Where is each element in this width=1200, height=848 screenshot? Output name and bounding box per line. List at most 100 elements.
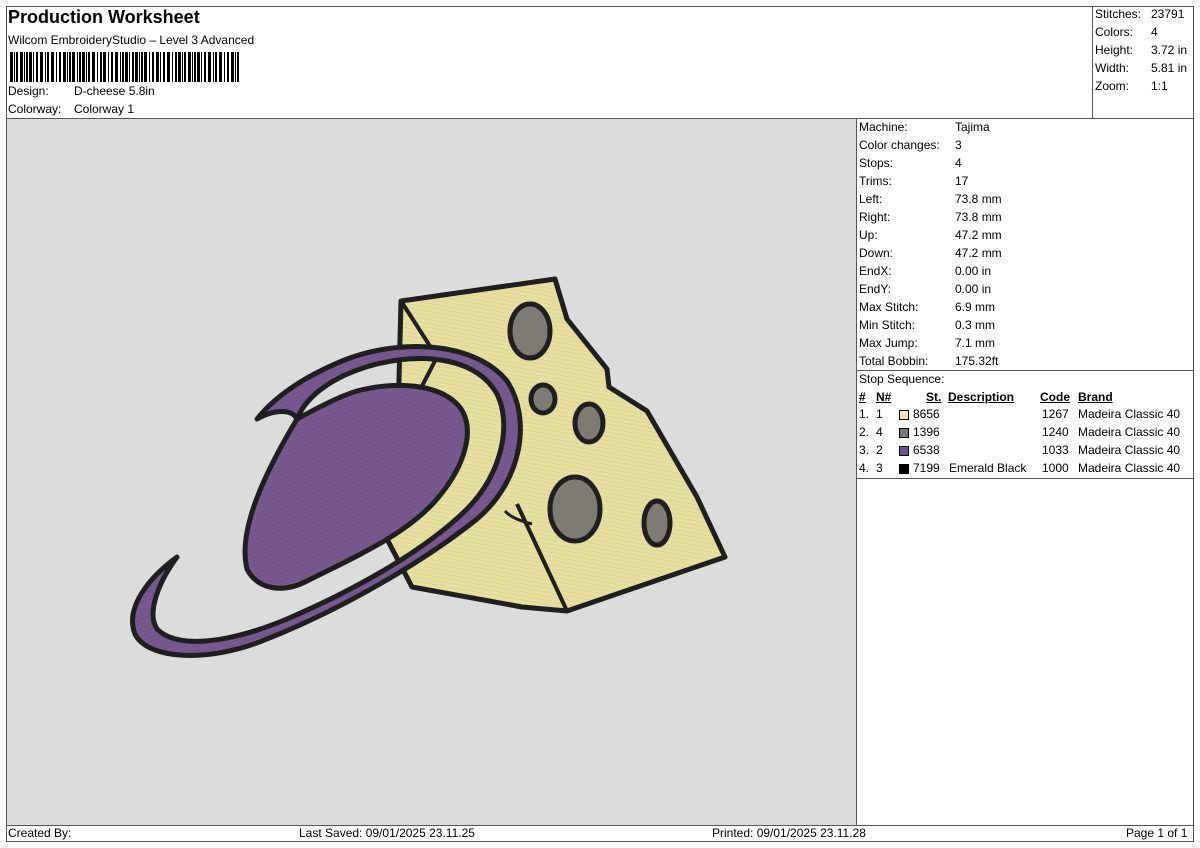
barcode-bar xyxy=(182,52,183,82)
barcode-bar xyxy=(192,52,193,82)
barcode-bar xyxy=(47,52,49,82)
thread-brand: Madeira Classic 40 xyxy=(1078,407,1181,421)
barcode-bar xyxy=(88,52,90,82)
info-value: 3 xyxy=(955,138,962,152)
barcode-bar xyxy=(72,52,75,82)
sequence-number: 4. xyxy=(859,461,870,475)
thread-brand: Madeira Classic 40 xyxy=(1078,443,1181,457)
design-value: D-cheese 5.8in xyxy=(74,84,155,98)
barcode-bar xyxy=(67,52,68,82)
barcode-bar xyxy=(149,52,150,82)
info-value: 0.3 mm xyxy=(955,318,996,332)
barcode-bar xyxy=(26,52,28,82)
info-row: Right: 73.8 mm xyxy=(859,210,1002,224)
barcode-bar xyxy=(122,52,124,82)
barcode-bar xyxy=(215,52,217,82)
info-row: EndX: 0.00 in xyxy=(859,264,991,278)
barcode-bar xyxy=(197,52,200,82)
barcode-bar xyxy=(92,52,95,82)
info-value: Tajima xyxy=(955,120,990,134)
barcode-bar xyxy=(152,52,154,82)
barcode-bar xyxy=(188,52,191,82)
barcode-bar xyxy=(201,52,202,82)
barcode-bar xyxy=(69,52,71,82)
stitch-count: 7199 xyxy=(913,461,940,475)
barcode-bar xyxy=(82,52,85,82)
info-value: 17 xyxy=(955,174,969,188)
worksheet-footer: Created By: Last Saved: 09/01/2025 23.11… xyxy=(6,825,1194,842)
barcode-bar xyxy=(172,52,173,82)
barcode-bar xyxy=(108,52,109,82)
info-row: Up: 47.2 mm xyxy=(859,228,1002,242)
barcode-bar xyxy=(129,52,130,82)
barcode-bar xyxy=(100,52,102,82)
thread-color-swatch xyxy=(899,464,909,474)
barcode-bar xyxy=(156,52,159,82)
sequence-number: 3. xyxy=(859,443,870,457)
thread-code: 1000 xyxy=(1042,461,1069,475)
colorway-value: Colorway 1 xyxy=(74,102,135,116)
info-value: 47.2 mm xyxy=(955,246,1002,260)
barcode-bar xyxy=(141,52,143,82)
barcode-bar xyxy=(231,52,234,82)
barcode-bar xyxy=(111,52,113,82)
info-value: 4 xyxy=(955,156,962,170)
info-label: Right: xyxy=(859,210,891,224)
barcode-bar xyxy=(132,52,134,82)
info-row: Color changes: 3 xyxy=(859,138,962,152)
info-value: 47.2 mm xyxy=(955,228,1002,242)
info-value: 6.9 mm xyxy=(955,300,996,314)
info-row: Down: 47.2 mm xyxy=(859,246,1002,260)
barcode-bar xyxy=(178,52,181,82)
info-label: Color changes: xyxy=(859,138,940,152)
column-header-brand: Brand xyxy=(1078,390,1113,404)
info-value: 73.8 mm xyxy=(955,210,1002,224)
info-label: EndY: xyxy=(859,282,892,296)
barcode-bar xyxy=(51,52,54,82)
info-row: Min Stitch: 0.3 mm xyxy=(859,318,995,332)
thread-code: 1267 xyxy=(1042,407,1069,421)
info-row: Machine: Tajima xyxy=(859,120,990,134)
barcode-bar xyxy=(175,52,177,82)
needle-number: 1 xyxy=(876,407,883,421)
info-label: Total Bobbin: xyxy=(859,354,929,368)
barcode-bar xyxy=(208,52,211,82)
barcode-bar xyxy=(24,52,25,82)
sequence-row: 3. 2 6538 1033 Madeira Classic 40 xyxy=(857,443,1194,461)
last-saved: Last Saved: 09/01/2025 23.11.25 xyxy=(299,826,475,840)
barcode-bar xyxy=(40,52,43,82)
barcode-bar xyxy=(204,52,206,82)
barcode-bar xyxy=(115,52,118,82)
stat-height: Height: 3.72 in xyxy=(1095,43,1188,57)
stat-zoom: Zoom: 1:1 xyxy=(1095,79,1168,93)
info-value: 0.00 in xyxy=(955,264,992,278)
info-label: Max Stitch: xyxy=(859,300,919,314)
barcode-bar xyxy=(219,52,222,82)
info-label: Stops: xyxy=(859,156,894,170)
info-row: Stops: 4 xyxy=(859,156,962,170)
barcode-bar xyxy=(79,52,81,82)
barcode-bar xyxy=(16,52,18,82)
barcode-bar xyxy=(194,52,196,82)
software-subtitle: Wilcom EmbroideryStudio – Level 3 Advanc… xyxy=(8,33,255,47)
barcode-bar xyxy=(14,52,15,82)
barcode-bar xyxy=(59,52,61,82)
sequence-row: 4. 3 7199 Emerald Black 1000 Madeira Classic … xyxy=(857,461,1194,479)
column-header-hash: # xyxy=(859,390,866,404)
embroidery-design xyxy=(130,276,728,658)
barcode-bar xyxy=(56,52,57,82)
info-row: Left: 73.8 mm xyxy=(859,192,1002,206)
thread-description: Emerald Black xyxy=(949,461,1027,475)
sequence-row: 2. 4 1396 1240 Madeira Classic 40 xyxy=(857,425,1194,443)
barcode-bar xyxy=(227,52,229,82)
created-by: Created By: xyxy=(8,826,72,840)
barcode-bar xyxy=(10,52,13,82)
page-title: Production Worksheet xyxy=(8,7,200,27)
info-label: EndX: xyxy=(859,264,892,278)
needle-number: 3 xyxy=(876,461,883,475)
barcode-bar xyxy=(160,52,161,82)
colorway-row: Colorway: Colorway 1 xyxy=(8,102,134,116)
barcode-bar xyxy=(163,52,165,82)
needle-number: 4 xyxy=(876,425,883,439)
info-row: EndY: 0.00 in xyxy=(859,282,991,296)
